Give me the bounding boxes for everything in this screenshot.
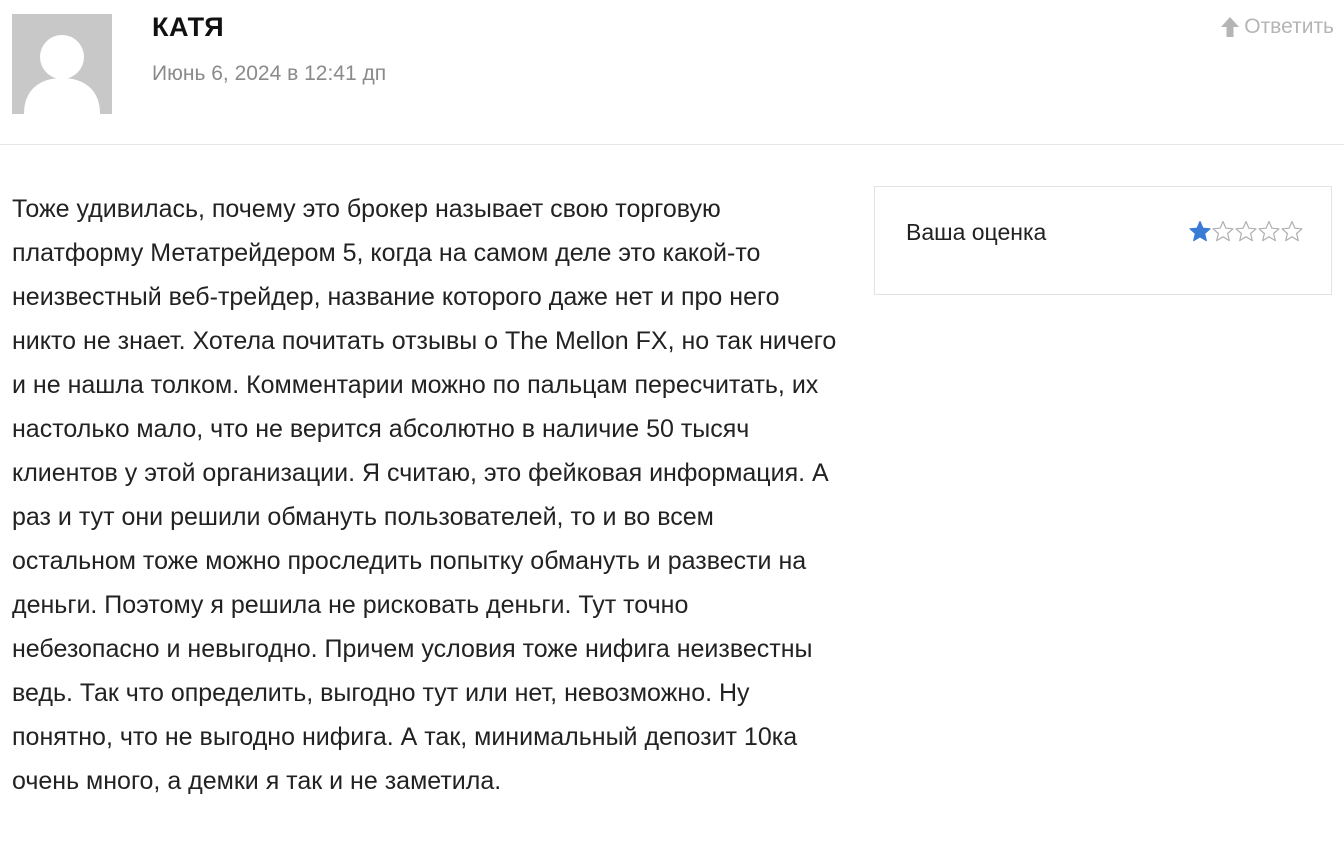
- avatar: [12, 14, 112, 114]
- rating-stars[interactable]: [1189, 220, 1303, 242]
- comment-text: Тоже удивилась, почему это брокер называ…: [12, 195, 837, 795]
- comment-page: КАТЯ Июнь 6, 2024 в 12:41 дп Ответить То…: [0, 0, 1344, 848]
- comment-date: Июнь 6, 2024 в 12:41 дп: [152, 62, 387, 85]
- star-icon[interactable]: [1189, 220, 1211, 242]
- star-icon[interactable]: [1212, 220, 1234, 242]
- comment-author: КАТЯ: [152, 12, 225, 42]
- header-divider: [0, 144, 1344, 145]
- star-icon[interactable]: [1235, 220, 1257, 242]
- reply-button[interactable]: Ответить: [1220, 15, 1334, 39]
- default-user-icon: [24, 35, 100, 114]
- star-icon[interactable]: [1258, 220, 1280, 242]
- rating-box: Ваша оценка: [874, 186, 1332, 295]
- reply-label: Ответить: [1244, 15, 1334, 38]
- arrow-up-icon: [1221, 17, 1240, 37]
- rating-label: Ваша оценка: [906, 219, 1047, 245]
- star-icon[interactable]: [1281, 220, 1303, 242]
